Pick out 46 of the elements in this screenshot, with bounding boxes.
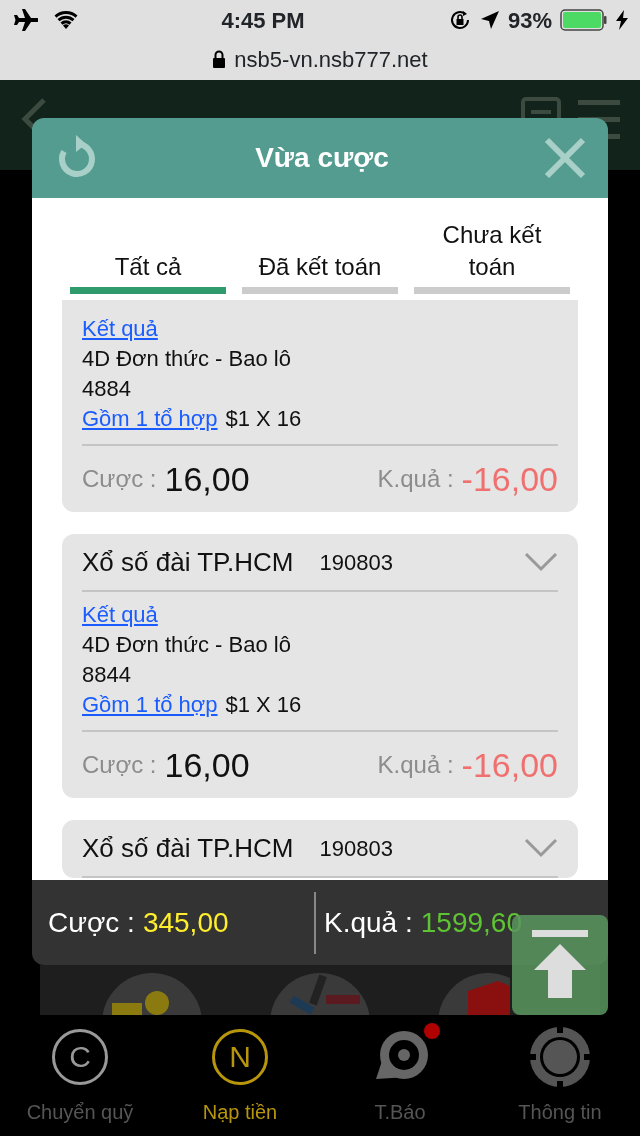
result-amount: -16,00: [461, 458, 558, 500]
bet-type: 4D Đơn thức - Bao lô: [82, 346, 291, 371]
bet-number: 4884: [82, 376, 131, 401]
stake-amount: 16,00: [164, 458, 250, 500]
nav-label: Chuyển quỹ: [26, 1099, 134, 1125]
result-amount: -16,00: [461, 744, 558, 786]
stake-detail: $1 X 16: [225, 405, 302, 433]
dialog-title: Vừa cược: [255, 141, 389, 175]
result-link[interactable]: Kết quả: [82, 316, 158, 341]
lottery-name: Xổ số đài TP.HCM: [82, 831, 294, 865]
combination-link[interactable]: Gồm 1 tổ hợp: [82, 404, 218, 434]
result-label: K.quả :: [377, 464, 454, 494]
lottery-name: Xổ số đài TP.HCM: [82, 545, 294, 579]
nav-icon: C: [52, 1028, 108, 1085]
address-url[interactable]: nsb5-vn.nsb777.net: [234, 42, 428, 76]
total-result-label: K.quả :: [324, 905, 413, 940]
chevron-down-icon[interactable]: [524, 552, 558, 572]
nav-icon: [528, 1024, 592, 1089]
stake-amount: 16,00: [164, 744, 250, 786]
result-label: K.quả :: [377, 750, 454, 780]
nav-label: T.Báo: [374, 1099, 426, 1125]
total-stake: 345,00: [142, 905, 229, 940]
chevron-down-icon[interactable]: [524, 838, 558, 858]
stake-label: Cược :: [82, 750, 157, 780]
nav-label: Nạp tiền: [202, 1099, 278, 1125]
location-arrow-icon: [479, 10, 500, 30]
airplane-icon: [12, 9, 38, 31]
total-stake-label: Cược :: [48, 905, 135, 940]
result-link[interactable]: Kết quả: [82, 602, 158, 627]
bet-type: 4D Đơn thức - Bao lô: [82, 632, 291, 657]
nav-tab[interactable]: N Nạp tiền: [160, 1024, 320, 1127]
lock-icon: [212, 50, 227, 68]
battery-percent: 93%: [507, 6, 552, 35]
nav-tab[interactable]: C Chuyển quỹ: [0, 1024, 160, 1127]
wifi-icon: [54, 11, 78, 29]
nav-label: Thông tin: [518, 1099, 602, 1125]
draw-code: 190803: [319, 834, 393, 863]
charging-bolt-icon: [616, 10, 628, 30]
clock-time: 4:45 PM: [221, 6, 305, 35]
bet-number: 8844: [82, 662, 131, 687]
draw-code: 190803: [319, 548, 393, 577]
nav-icon: N: [212, 1028, 268, 1085]
stake-label: Cược :: [82, 464, 157, 494]
stake-detail: $1 X 16: [225, 691, 302, 719]
battery-icon: [560, 9, 608, 31]
combination-link[interactable]: Gồm 1 tổ hợp: [82, 690, 218, 720]
